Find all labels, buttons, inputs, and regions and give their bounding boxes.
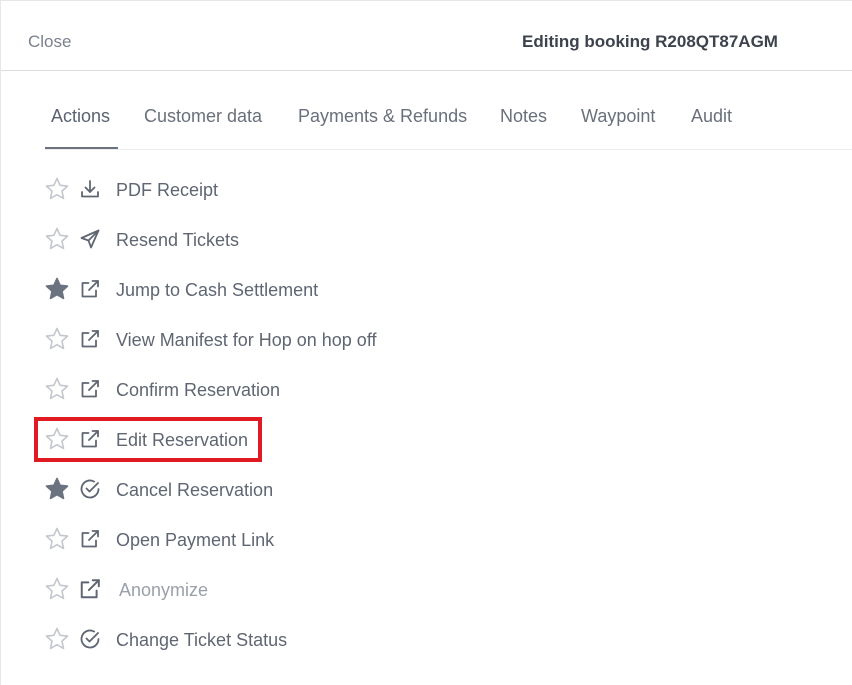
send-icon (79, 228, 101, 250)
action-row[interactable]: Anonymize (44, 565, 544, 605)
external-link-icon (79, 278, 101, 300)
action-label[interactable]: Resend Tickets (116, 229, 239, 251)
tab-payments-refunds[interactable]: Payments & Refunds (298, 105, 467, 127)
star-outline-icon[interactable] (44, 226, 70, 252)
action-label[interactable]: View Manifest for Hop on hop off (116, 329, 377, 351)
tab-notes[interactable]: Notes (500, 105, 547, 127)
page-title: Editing booking R208QT87AGM (522, 32, 778, 51)
external-link-icon (78, 577, 102, 601)
action-row[interactable]: Open Payment Link (44, 515, 544, 555)
action-label[interactable]: Confirm Reservation (116, 379, 280, 401)
external-link-icon (79, 328, 101, 350)
action-row[interactable]: Jump to Cash Settlement (44, 265, 544, 305)
star-filled-icon[interactable] (44, 276, 70, 302)
tab-actions[interactable]: Actions (51, 105, 110, 127)
star-outline-icon[interactable] (44, 176, 70, 202)
external-link-icon (79, 378, 101, 400)
star-outline-icon[interactable] (44, 526, 70, 552)
active-tab-indicator (45, 147, 118, 149)
action-row[interactable]: Change Ticket Status (44, 615, 544, 655)
action-label[interactable]: Anonymize (119, 579, 208, 601)
external-link-icon (79, 528, 101, 550)
action-label[interactable]: PDF Receipt (116, 179, 218, 201)
booking-edit-panel: Close Editing booking R208QT87AGM Action… (0, 0, 852, 685)
action-row[interactable]: PDF Receipt (44, 165, 544, 205)
action-label[interactable]: Open Payment Link (116, 529, 274, 551)
tab-customer-data[interactable]: Customer data (144, 105, 262, 127)
tab-bar: Actions Customer data Payments & Refunds… (44, 72, 852, 150)
download-icon (79, 178, 101, 200)
action-row[interactable]: Resend Tickets (44, 215, 544, 255)
action-label[interactable]: Jump to Cash Settlement (116, 279, 318, 301)
action-label[interactable]: Change Ticket Status (116, 629, 287, 651)
action-row[interactable]: Confirm Reservation (44, 365, 544, 405)
action-row[interactable]: View Manifest for Hop on hop off (44, 315, 544, 355)
star-outline-icon[interactable] (44, 326, 70, 352)
star-outline-icon[interactable] (44, 626, 70, 652)
check-circle-icon (79, 478, 101, 500)
star-filled-icon[interactable] (44, 476, 70, 502)
check-circle-icon (79, 628, 101, 650)
tab-audit[interactable]: Audit (691, 105, 732, 127)
close-button[interactable]: Close (28, 32, 71, 52)
star-outline-icon[interactable] (44, 376, 70, 402)
action-label[interactable]: Cancel Reservation (116, 479, 273, 501)
star-outline-icon[interactable] (44, 576, 70, 602)
highlight-box (34, 417, 262, 462)
panel-header: Close Editing booking R208QT87AGM (1, 1, 852, 71)
action-row[interactable]: Cancel Reservation (44, 465, 544, 505)
tab-waypoint[interactable]: Waypoint (581, 105, 655, 127)
